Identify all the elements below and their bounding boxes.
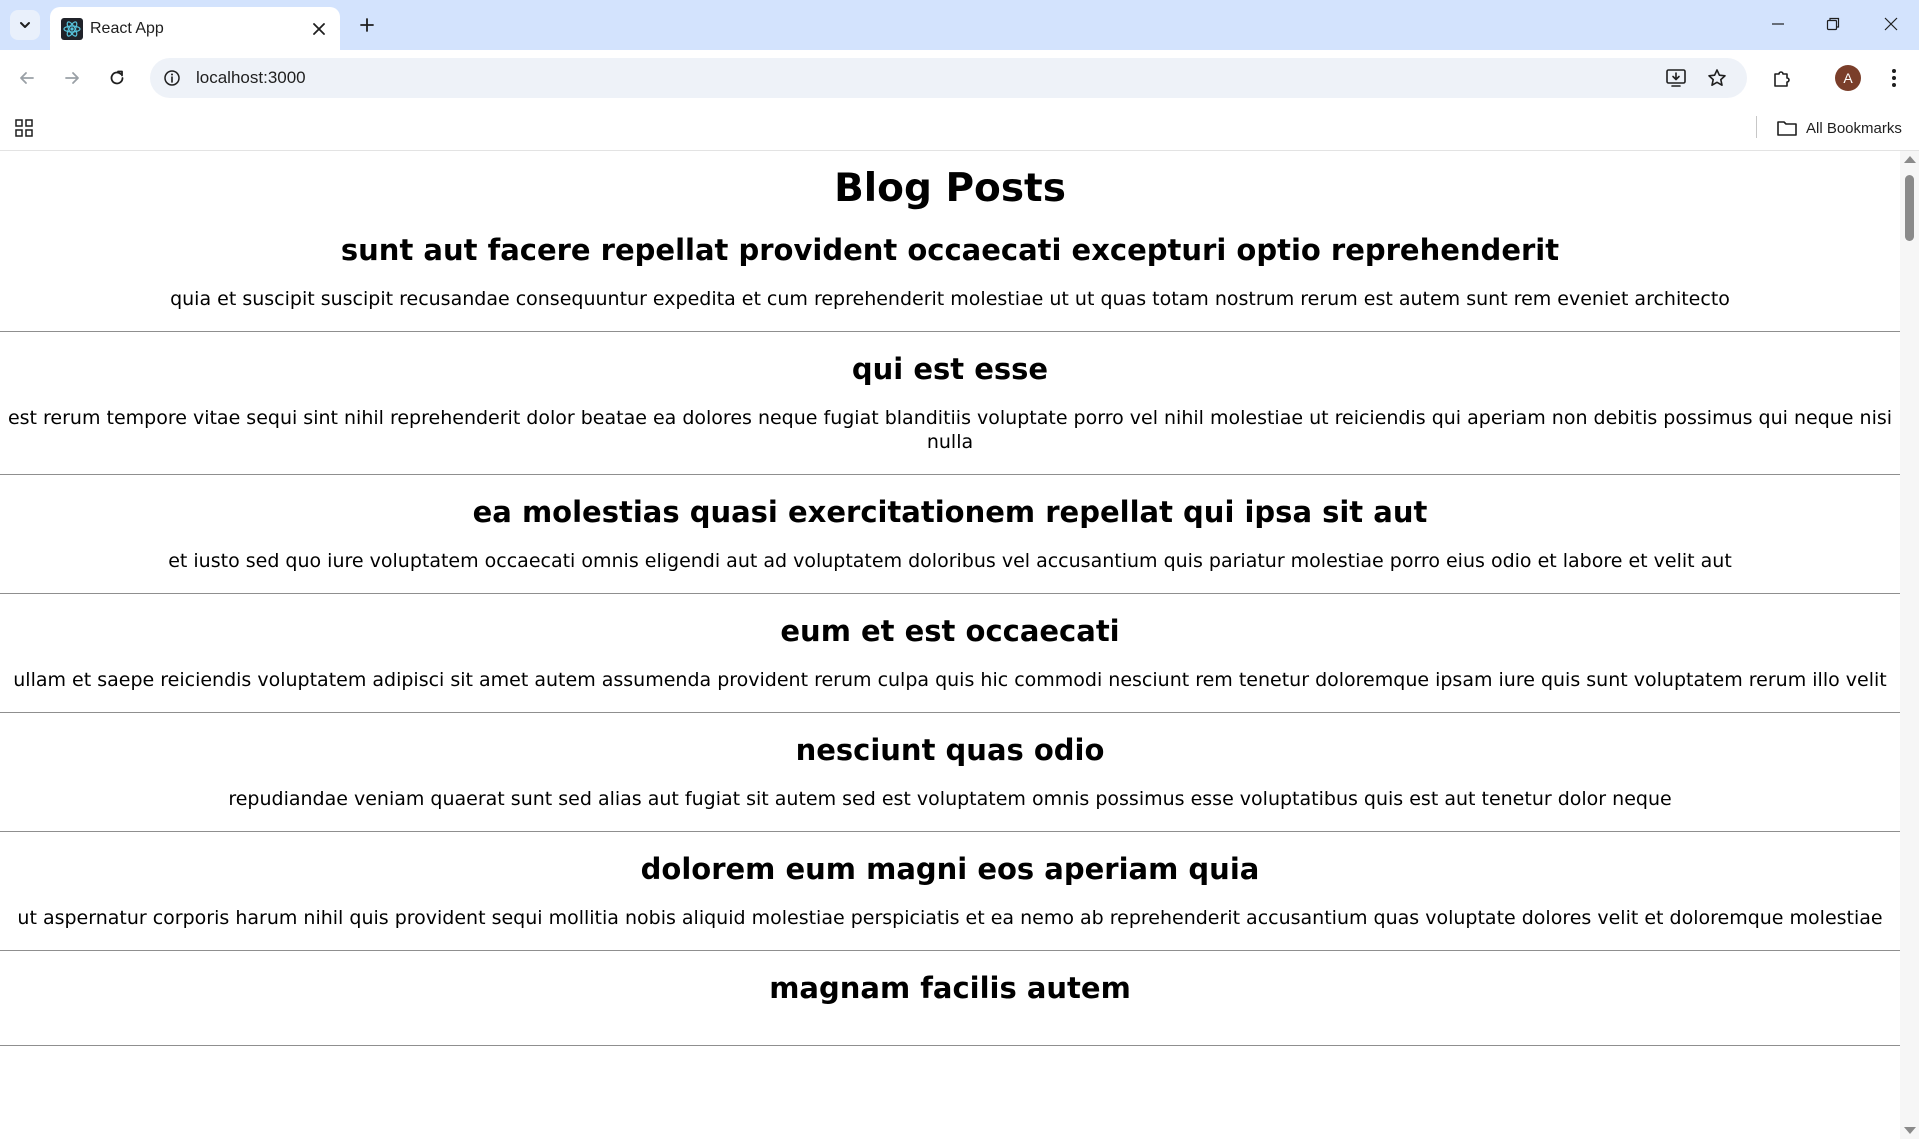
post-body: ullam et saepe reiciendis voluptatem adi… [13, 669, 1887, 691]
post-body: ut aspernatur corporis harum nihil quis … [17, 907, 1883, 929]
post-item: sunt aut facere repellat provident occae… [0, 215, 1900, 332]
post-title: sunt aut facere repellat provident occae… [340, 233, 1560, 267]
post-title: dolorem eum magni eos aperiam quia [640, 852, 1260, 886]
post-title: qui est esse [851, 352, 1049, 386]
address-bar[interactable]: localhost:3000 [150, 58, 1747, 98]
close-icon [1884, 17, 1898, 31]
post-item: ea molestias quasi exercitationem repell… [0, 475, 1900, 594]
post-item: qui est esse est rerum tempore vitae seq… [0, 332, 1900, 475]
post-body: quia et suscipit suscipit recusandae con… [170, 288, 1730, 310]
minimize-icon [1772, 23, 1784, 25]
bookmarks-bar: All Bookmarks [0, 106, 1919, 151]
active-tab[interactable]: React App [50, 7, 340, 50]
back-button[interactable] [12, 63, 42, 93]
menu-button[interactable] [1879, 63, 1909, 93]
close-window-button[interactable] [1866, 0, 1916, 48]
apps-grid-icon[interactable] [12, 116, 36, 140]
restore-button[interactable] [1808, 0, 1858, 48]
post-title: ea molestias quasi exercitationem repell… [472, 495, 1428, 529]
kebab-menu-icon [1892, 69, 1896, 87]
folder-icon [1777, 121, 1797, 136]
scroll-down-arrow-icon[interactable] [1904, 1127, 1916, 1134]
post-item: magnam facilis autem [0, 951, 1900, 1046]
info-icon[interactable] [162, 68, 182, 88]
puzzle-icon [1774, 71, 1790, 87]
plus-icon [360, 18, 374, 32]
scrollbar-thumb[interactable] [1905, 175, 1914, 241]
browser-toolbar: localhost:3000 A [0, 50, 1919, 106]
vertical-scrollbar[interactable] [1900, 151, 1919, 1139]
new-tab-button[interactable] [352, 10, 382, 40]
minimize-button[interactable] [1753, 0, 1803, 48]
tab-title: React App [90, 20, 164, 37]
install-app-icon[interactable] [1664, 66, 1688, 90]
close-icon [313, 23, 325, 35]
extensions-button[interactable] [1767, 63, 1797, 93]
post-item: dolorem eum magni eos aperiam quia ut as… [0, 832, 1900, 951]
post-body: et iusto sed quo iure voluptatem occaeca… [168, 550, 1732, 572]
back-arrow-icon [20, 72, 34, 84]
tab-strip: React App [0, 0, 1919, 50]
scroll-up-arrow-icon[interactable] [1904, 156, 1916, 163]
post-body: est rerum tempore vitae sequi sint nihil… [7, 407, 1893, 453]
tab-search-button[interactable] [10, 10, 40, 40]
post-body: repudiandae veniam quaerat sunt sed alia… [228, 788, 1672, 810]
all-bookmarks-label: All Bookmarks [1806, 119, 1902, 137]
post-item: nesciunt quas odio repudiandae veniam qu… [0, 713, 1900, 832]
post-title: nesciunt quas odio [795, 733, 1105, 767]
post-title: magnam facilis autem [769, 971, 1131, 1005]
page-title: Blog Posts [834, 166, 1066, 211]
restore-icon [1826, 17, 1840, 31]
forward-arrow-icon [65, 72, 79, 84]
star-icon[interactable] [1705, 66, 1729, 90]
react-logo-icon [61, 18, 83, 40]
post-item: eum et est occaecati ullam et saepe reic… [0, 594, 1900, 713]
all-bookmarks-button[interactable]: All Bookmarks [1776, 116, 1902, 140]
bookmarks-divider [1756, 116, 1757, 138]
tab-close-button[interactable] [308, 18, 330, 40]
post-body [0, 1007, 1900, 1045]
reload-button[interactable] [102, 63, 132, 93]
forward-button[interactable] [57, 63, 87, 93]
chevron-down-icon [20, 22, 30, 28]
page-content: Blog Posts sunt aut facere repellat prov… [0, 151, 1900, 1139]
avatar[interactable]: A [1835, 65, 1861, 91]
url-text[interactable]: localhost:3000 [196, 68, 306, 88]
reload-icon [110, 70, 124, 85]
post-title: eum et est occaecati [780, 614, 1120, 648]
